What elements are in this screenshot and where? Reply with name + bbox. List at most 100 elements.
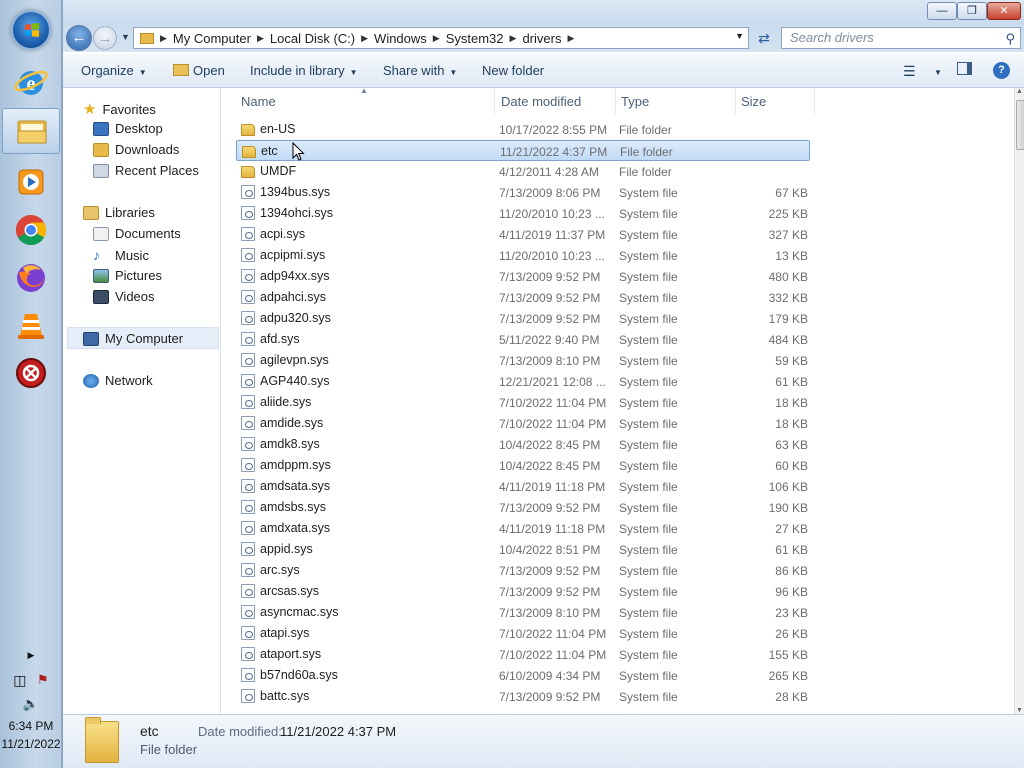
firefox-icon[interactable]	[13, 260, 49, 296]
breadcrumb-windows[interactable]: Windows	[370, 31, 431, 46]
file-size: 225 KB	[768, 207, 808, 221]
search-input[interactable]: Search drivers ⚲	[781, 27, 1021, 49]
file-row[interactable]: amdk8.sys 10/4/2022 8:45 PM System file 63 …	[236, 434, 810, 455]
file-row[interactable]: amdide.sys 7/10/2022 11:04 PM System file 1…	[236, 413, 810, 434]
column-divider[interactable]	[735, 88, 736, 114]
folder-row[interactable]: etc 11/21/2022 4:37 PM File folder	[236, 140, 810, 161]
file-row[interactable]: arc.sys 7/13/2009 9:52 PM System file 86 KB	[236, 560, 810, 581]
file-row[interactable]: 1394bus.sys 7/13/2009 8:06 PM System file 6…	[236, 182, 810, 203]
minimize-button[interactable]: —	[927, 2, 957, 20]
column-header-size[interactable]: Size	[741, 94, 766, 109]
system-file-icon	[241, 227, 255, 241]
refresh-button[interactable]: ⇄	[753, 28, 775, 48]
new-folder-button[interactable]: New folder	[482, 63, 544, 78]
file-row[interactable]: adpahci.sys 7/13/2009 9:52 PM System file 3…	[236, 287, 810, 308]
chrome-icon[interactable]	[13, 212, 49, 248]
nav-libraries[interactable]: Libraries	[83, 205, 155, 220]
help-button[interactable]: ?	[993, 61, 1010, 79]
scroll-up-arrow-icon[interactable]: ▲	[1016, 88, 1023, 95]
recent-pages-dropdown[interactable]: ▼	[121, 32, 130, 42]
file-row[interactable]: afd.sys 5/11/2022 9:40 PM System file 484 K…	[236, 329, 810, 350]
nav-item-downloads[interactable]: Downloads	[93, 142, 179, 157]
change-view-button[interactable]: ☰	[903, 63, 916, 80]
file-row[interactable]: asyncmac.sys 7/13/2009 8:10 PM System file…	[236, 602, 810, 623]
breadcrumb-separator[interactable]: ▶	[565, 33, 576, 44]
open-button[interactable]: Open	[173, 63, 225, 78]
file-row[interactable]: appid.sys 10/4/2022 8:51 PM System file 61 …	[236, 539, 810, 560]
folder-row[interactable]: en-US 10/17/2022 8:55 PM File folder	[236, 119, 810, 140]
nav-network[interactable]: Network	[83, 373, 153, 388]
action-center-flag-icon[interactable]: ⚑	[37, 672, 49, 689]
scroll-down-arrow-icon[interactable]: ▼	[1016, 707, 1023, 714]
search-icon[interactable]: ⚲	[1005, 31, 1015, 47]
view-options-dropdown[interactable]: ▼	[929, 63, 942, 78]
file-row[interactable]: amdxata.sys 4/11/2019 11:18 PM System file…	[236, 518, 810, 539]
file-row[interactable]: agilevpn.sys 7/13/2009 8:10 PM System file…	[236, 350, 810, 371]
file-row[interactable]: amdsbs.sys 7/13/2009 9:52 PM System file 19…	[236, 497, 810, 518]
share-with-button[interactable]: Share with ▼	[383, 63, 457, 78]
nav-favorites[interactable]: ★ Favorites	[83, 100, 156, 118]
breadcrumb-local-disk[interactable]: Local Disk (C:)	[266, 31, 359, 46]
nav-item-pictures[interactable]: Pictures	[93, 268, 162, 283]
file-row[interactable]: acpi.sys 4/11/2019 11:37 PM System file 327…	[236, 224, 810, 245]
file-row[interactable]: acpipmi.sys 11/20/2010 10:23 ... System fi…	[236, 245, 810, 266]
vlc-icon[interactable]	[13, 306, 49, 342]
include-in-library-button[interactable]: Include in library ▼	[250, 63, 358, 78]
breadcrumb-separator[interactable]: ▶	[158, 33, 169, 44]
file-row[interactable]: b57nd60a.sys 6/10/2009 4:34 PM System file…	[236, 665, 810, 686]
show-hidden-icons-button[interactable]: ▶	[0, 650, 62, 661]
internet-explorer-icon[interactable]: e	[13, 64, 49, 100]
breadcrumb-separator[interactable]: ▶	[431, 33, 442, 44]
back-button[interactable]: ←	[66, 25, 92, 51]
breadcrumb-separator[interactable]: ▶	[508, 33, 519, 44]
file-row[interactable]: AGP440.sys 12/21/2021 12:08 ... System fil…	[236, 371, 810, 392]
breadcrumb-my-computer[interactable]: My Computer	[169, 31, 255, 46]
breadcrumb-drivers[interactable]: drivers	[518, 31, 565, 46]
forward-button[interactable]: →	[93, 26, 117, 50]
address-history-dropdown[interactable]: ▼	[735, 31, 744, 41]
file-row[interactable]: ataport.sys 7/10/2022 11:04 PM System file…	[236, 644, 810, 665]
volume-icon[interactable]: 🔈	[0, 696, 62, 712]
address-bar[interactable]: ▶ My Computer ▶ Local Disk (C:) ▶ Window…	[133, 27, 749, 49]
column-divider[interactable]	[494, 88, 495, 114]
title-bar[interactable]: — ❐ ✕	[63, 0, 1024, 24]
column-header-name[interactable]: Name	[241, 94, 276, 109]
organize-button[interactable]: Organize ▼	[81, 63, 147, 78]
windows-explorer-taskbar-button[interactable]	[2, 108, 60, 154]
nav-item-recent-places[interactable]: Recent Places	[93, 163, 199, 178]
nav-item-videos[interactable]: Videos	[93, 289, 155, 304]
maximize-button[interactable]: ❐	[957, 2, 987, 20]
file-row[interactable]: amdsata.sys 4/11/2019 11:18 PM System file…	[236, 476, 810, 497]
network-tray-icon[interactable]: ◫	[13, 672, 26, 689]
breadcrumb-separator[interactable]: ▶	[255, 33, 266, 44]
security-app-icon[interactable]	[13, 355, 49, 391]
file-row[interactable]: atapi.sys 7/10/2022 11:04 PM System file 26…	[236, 623, 810, 644]
file-row[interactable]: adp94xx.sys 7/13/2009 9:52 PM System file 4…	[236, 266, 810, 287]
nav-my-computer[interactable]: My Computer	[83, 331, 183, 346]
nav-item-documents[interactable]: Documents	[93, 226, 181, 241]
close-button[interactable]: ✕	[987, 2, 1021, 20]
breadcrumb-system32[interactable]: System32	[442, 31, 508, 46]
vertical-scrollbar[interactable]: ▲ ▼	[1014, 88, 1024, 714]
column-divider[interactable]	[814, 88, 815, 114]
clock-time[interactable]: 6:34 PM	[0, 719, 62, 733]
file-row[interactable]: arcsas.sys 7/13/2009 9:52 PM System file 96…	[236, 581, 810, 602]
file-date-modified: 7/13/2009 9:52 PM	[499, 690, 601, 704]
file-row[interactable]: battc.sys 7/13/2009 9:52 PM System file 28 …	[236, 686, 810, 707]
file-row[interactable]: adpu320.sys 7/13/2009 9:52 PM System file 1…	[236, 308, 810, 329]
column-header-date[interactable]: Date modified	[501, 94, 581, 109]
folder-row[interactable]: UMDF 4/12/2011 4:28 AM File folder	[236, 161, 810, 182]
start-button[interactable]	[11, 10, 51, 50]
column-header-type[interactable]: Type	[621, 94, 649, 109]
preview-pane-button[interactable]	[957, 62, 972, 78]
file-row[interactable]: amdppm.sys 10/4/2022 8:45 PM System file 60…	[236, 455, 810, 476]
nav-item-music[interactable]: ♪ Music	[93, 247, 149, 263]
breadcrumb-separator[interactable]: ▶	[359, 33, 370, 44]
file-row[interactable]: aliide.sys 7/10/2022 11:04 PM System file 1…	[236, 392, 810, 413]
media-player-icon[interactable]	[13, 164, 49, 200]
scrollbar-thumb[interactable]	[1016, 100, 1024, 150]
file-row[interactable]: 1394ohci.sys 11/20/2010 10:23 ... System f…	[236, 203, 810, 224]
nav-item-desktop[interactable]: Desktop	[93, 121, 163, 136]
clock-date[interactable]: 11/21/2022	[0, 737, 62, 751]
column-divider[interactable]	[615, 88, 616, 114]
